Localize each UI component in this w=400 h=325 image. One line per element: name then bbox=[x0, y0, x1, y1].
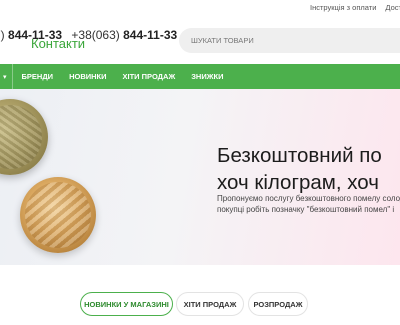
tab-new-in-store[interactable]: НОВИНКИ У МАГАЗИНІ bbox=[80, 292, 173, 316]
tab-bestsellers[interactable]: ХІТИ ПРОДАЖ bbox=[176, 292, 244, 316]
banner-subtext-line1: Пропонуємо послугу безкоштовного помелу … bbox=[217, 194, 400, 203]
search-input[interactable] bbox=[179, 28, 400, 53]
payment-instructions-link[interactable]: Інструкція з оплати bbox=[310, 3, 376, 12]
banner-subtext: Пропонуємо послугу безкоштовного помелу … bbox=[217, 194, 400, 215]
banner-headline: Безкоштовний по хоч кілограм, хоч bbox=[217, 142, 382, 196]
nav-divider bbox=[11, 64, 13, 89]
nav-item-new[interactable]: НОВИНКИ bbox=[69, 72, 106, 81]
phone1-prefix: 7) bbox=[0, 28, 5, 42]
catalog-chevron-down-icon[interactable]: ▾ bbox=[3, 73, 7, 81]
crushed-malt-image bbox=[20, 177, 96, 253]
nav-item-bestsellers[interactable]: ХІТИ ПРОДАЖ bbox=[123, 72, 176, 81]
malt-grains-image bbox=[0, 99, 48, 175]
nav-item-brands[interactable]: БРЕНДИ bbox=[22, 72, 54, 81]
delivery-link[interactable]: Доста bbox=[385, 3, 400, 12]
banner-headline-line2: хоч кілограм, хоч bbox=[217, 171, 379, 194]
phone2[interactable]: 844-11-33 bbox=[123, 28, 177, 42]
main-nav: ▾ БРЕНДИ НОВИНКИ ХІТИ ПРОДАЖ ЗНИЖКИ bbox=[0, 64, 400, 89]
tab-sale[interactable]: РОЗПРОДАЖ bbox=[248, 292, 308, 316]
nav-item-discounts[interactable]: ЗНИЖКИ bbox=[191, 72, 223, 81]
top-links: Інструкція з оплати Доста bbox=[310, 3, 400, 12]
promo-banner[interactable]: Безкоштовний по хоч кілограм, хоч Пропон… bbox=[0, 89, 400, 265]
banner-headline-line1: Безкоштовний по bbox=[217, 144, 382, 167]
contacts-link[interactable]: Контакти bbox=[31, 36, 85, 51]
search-box bbox=[179, 28, 400, 53]
banner-subtext-line2: покупці робіть позначку "безкоштовний по… bbox=[217, 204, 395, 214]
phone-numbers: 7) 844-11-33 +38(063) 844-11-33 ⌄ bbox=[0, 28, 190, 42]
